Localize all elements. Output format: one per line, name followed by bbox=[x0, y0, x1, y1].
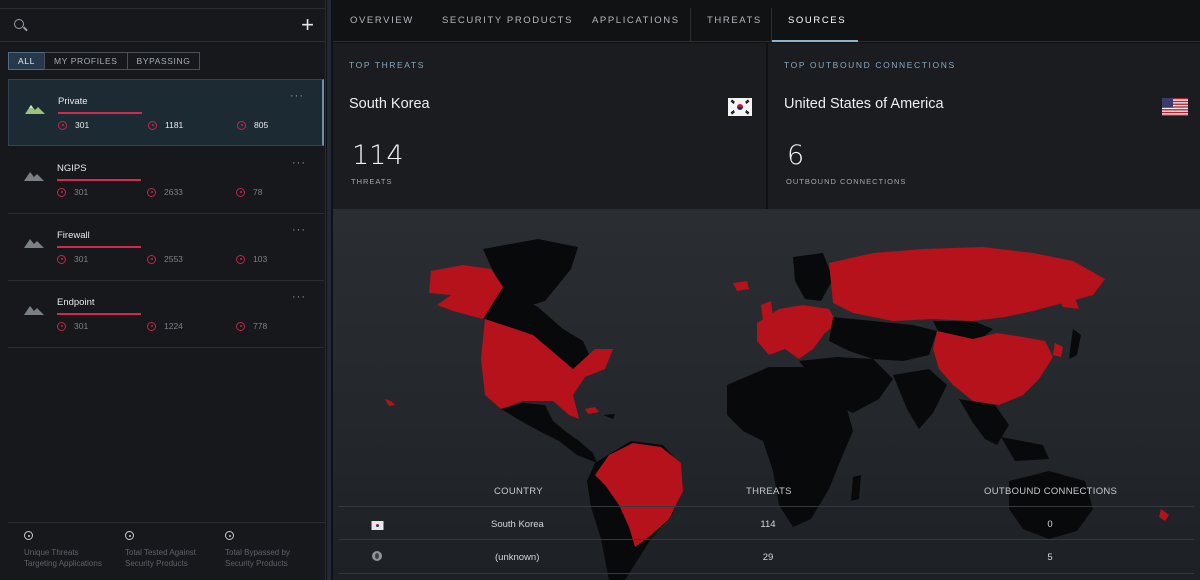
table-divider bbox=[339, 506, 1194, 507]
stat-tested: 2633 bbox=[147, 187, 183, 197]
south-korea-flag-icon bbox=[371, 517, 384, 535]
tab-security-products[interactable]: SECURITY PRODUCTS bbox=[442, 15, 573, 26]
threat-dot-icon bbox=[148, 120, 157, 130]
card-country: United States of America bbox=[784, 96, 944, 112]
usa-flag-icon bbox=[1162, 98, 1188, 121]
globe-icon bbox=[372, 551, 382, 561]
card-caption: OUTBOUND CONNECTIONS bbox=[786, 177, 907, 186]
legend-dot-icon bbox=[125, 531, 134, 540]
legend-dot-icon bbox=[24, 531, 33, 540]
profile-underline bbox=[58, 112, 142, 114]
stat-tested: 1181 bbox=[148, 120, 183, 130]
map-mexico bbox=[501, 403, 597, 463]
threats-count: 114 bbox=[352, 140, 404, 171]
stat-threats: 301 bbox=[57, 321, 88, 331]
threat-dot-icon bbox=[236, 254, 245, 264]
filter-my-profiles[interactable]: MY PROFILES bbox=[43, 52, 128, 70]
table-row-outbound: 0 bbox=[1047, 519, 1053, 530]
profile-item-private[interactable]: Private ··· 301 1181 805 bbox=[8, 79, 324, 146]
legend-total-bypassed: Total Bypassed by Security Products bbox=[209, 531, 305, 569]
stat-bypassed: 778 bbox=[236, 321, 267, 331]
more-options-icon[interactable]: ··· bbox=[290, 90, 304, 102]
sources-table: COUNTRY THREATS OUTBOUND CONNECTIONS Sou… bbox=[333, 472, 1200, 580]
column-header-country[interactable]: COUNTRY bbox=[494, 486, 543, 497]
threat-dot-icon bbox=[236, 321, 245, 331]
threat-dot-icon bbox=[236, 187, 245, 197]
table-row-country[interactable]: (unknown) bbox=[495, 552, 539, 563]
table-row-country[interactable]: South Korea bbox=[491, 519, 544, 530]
stat-bypassed: 78 bbox=[236, 187, 262, 197]
threat-dot-icon bbox=[237, 120, 246, 130]
threat-dot-icon bbox=[57, 254, 66, 264]
tab-applications[interactable]: APPLICATIONS bbox=[592, 15, 680, 26]
tab-divider bbox=[690, 8, 691, 42]
stat-threats: 301 bbox=[57, 187, 88, 197]
search-bar[interactable]: + bbox=[0, 8, 326, 42]
south-korea-flag-icon bbox=[728, 98, 752, 121]
top-outbound-card: TOP OUTBOUND CONNECTIONS United States o… bbox=[768, 43, 1200, 209]
tab-sources[interactable]: SOURCES bbox=[788, 15, 846, 26]
stat-tested: 1224 bbox=[147, 321, 183, 331]
profile-underline bbox=[57, 313, 141, 315]
profile-name: Endpoint bbox=[57, 297, 95, 308]
card-title: TOP THREATS bbox=[349, 60, 426, 70]
profile-underline bbox=[57, 246, 141, 248]
table-divider bbox=[339, 573, 1194, 574]
stat-bypassed: 103 bbox=[236, 254, 267, 264]
more-options-icon[interactable]: ··· bbox=[292, 291, 306, 303]
map-india bbox=[893, 369, 947, 429]
profile-underline bbox=[57, 179, 141, 181]
stat-threats: 301 bbox=[58, 120, 89, 130]
add-profile-button[interactable]: + bbox=[301, 13, 314, 37]
more-options-icon[interactable]: ··· bbox=[292, 157, 306, 169]
filter-bypassing[interactable]: BYPASSING bbox=[126, 52, 201, 70]
threat-dot-icon bbox=[147, 321, 156, 331]
card-title: TOP OUTBOUND CONNECTIONS bbox=[784, 60, 956, 70]
tab-bar: OVERVIEW SECURITY PRODUCTS APPLICATIONS … bbox=[333, 0, 1200, 42]
column-header-threats[interactable]: THREATS bbox=[746, 486, 792, 497]
more-options-icon[interactable]: ··· bbox=[292, 224, 306, 236]
column-header-outbound[interactable]: OUTBOUND CONNECTIONS bbox=[984, 486, 1117, 497]
threat-dot-icon bbox=[147, 254, 156, 264]
map-china bbox=[933, 331, 1053, 405]
stat-bypassed: 805 bbox=[237, 120, 268, 130]
card-country: South Korea bbox=[349, 96, 430, 112]
map-scandinavia bbox=[793, 253, 833, 301]
tab-divider bbox=[771, 8, 772, 42]
map-se-asia bbox=[959, 399, 1009, 445]
legend-unique-threats: Unique Threats Targeting Applications bbox=[8, 531, 104, 569]
threat-dot-icon bbox=[58, 120, 67, 130]
card-caption: THREATS bbox=[351, 177, 393, 186]
legend-total-tested: Total Tested Against Security Products bbox=[109, 531, 205, 569]
legend-dot-icon bbox=[225, 531, 234, 540]
map-russia bbox=[829, 247, 1105, 321]
profile-item-endpoint[interactable]: Endpoint ··· 301 1224 778 bbox=[8, 281, 324, 348]
table-row-threats: 114 bbox=[760, 519, 776, 530]
search-icon[interactable] bbox=[14, 19, 24, 29]
sidebar: + ALL MY PROFILES BYPASSING Private ··· … bbox=[0, 0, 331, 580]
table-row-outbound: 5 bbox=[1047, 552, 1053, 563]
stat-tested: 2553 bbox=[147, 254, 183, 264]
stat-threats: 301 bbox=[57, 254, 88, 264]
map-central-asia bbox=[829, 317, 937, 361]
threat-dot-icon bbox=[57, 187, 66, 197]
profile-name: NGIPS bbox=[57, 163, 87, 174]
profile-name: Firewall bbox=[57, 230, 90, 241]
table-row-threats: 29 bbox=[762, 552, 774, 563]
threat-dot-icon bbox=[57, 321, 66, 331]
outbound-count: 6 bbox=[787, 140, 805, 171]
active-tab-indicator bbox=[772, 40, 858, 42]
table-divider bbox=[339, 539, 1194, 540]
threat-dot-icon bbox=[147, 187, 156, 197]
tab-threats[interactable]: THREATS bbox=[707, 15, 762, 26]
tab-overview[interactable]: OVERVIEW bbox=[350, 15, 414, 26]
top-threats-card: TOP THREATS South Korea 114 THREATS bbox=[333, 43, 766, 209]
main-panel: OVERVIEW SECURITY PRODUCTS APPLICATIONS … bbox=[333, 0, 1200, 580]
sidebar-footer-legend: Unique Threats Targeting Applications Tot… bbox=[8, 522, 326, 580]
filter-all[interactable]: ALL bbox=[8, 52, 45, 70]
profile-item-firewall[interactable]: Firewall ··· 301 2553 103 bbox=[8, 214, 324, 281]
profile-item-ngips[interactable]: NGIPS ··· 301 2633 78 bbox=[8, 147, 324, 214]
profile-name: Private bbox=[58, 96, 88, 107]
filter-group: ALL MY PROFILES BYPASSING bbox=[8, 52, 201, 70]
